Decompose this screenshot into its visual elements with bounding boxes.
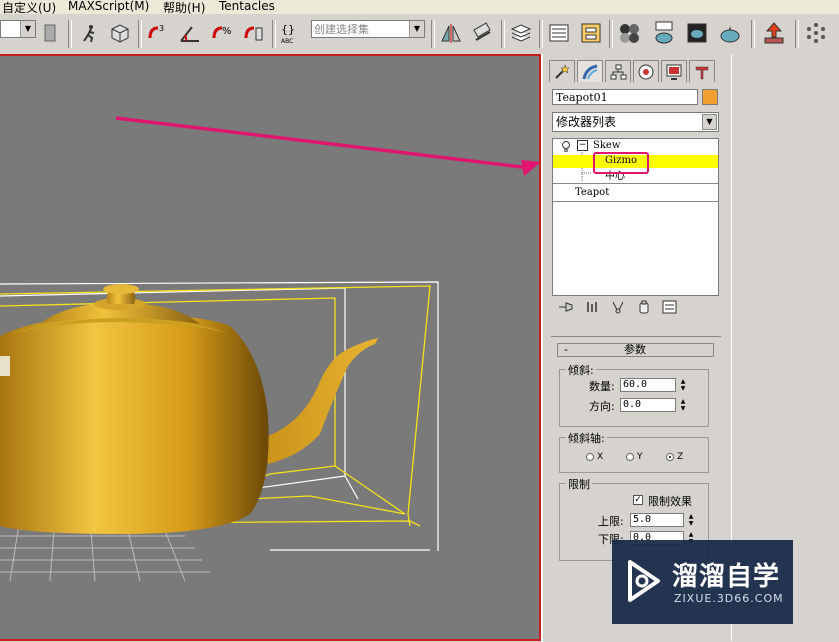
direction-label: 方向: [589, 400, 615, 413]
walk-icon[interactable] [76, 20, 102, 46]
perspective-viewport[interactable] [0, 54, 541, 641]
upper-limit-label: 上限: [598, 515, 624, 528]
mirror-icon[interactable] [437, 20, 465, 46]
layers-icon[interactable] [507, 20, 535, 46]
dots-ring-icon[interactable] [801, 20, 831, 46]
toolbar-separator [138, 20, 142, 48]
show-end-result-icon[interactable] [581, 298, 603, 316]
modify-tab-icon[interactable] [577, 60, 603, 82]
limit-effect-checkbox[interactable]: ✓ [633, 495, 643, 505]
skew-group-label: 倾斜: [566, 362, 596, 378]
angle-snap-icon[interactable] [176, 20, 204, 46]
align-icon[interactable] [469, 20, 497, 46]
toolbar-separator [431, 20, 435, 48]
stack-divider [553, 201, 718, 202]
svg-text:3: 3 [159, 24, 164, 33]
limits-group-label: 限制 [566, 476, 592, 492]
stack-buttons [555, 298, 681, 318]
axis-y-radio[interactable]: Y [626, 452, 643, 462]
render-setup-icon[interactable] [649, 20, 679, 46]
command-panel-tabs [549, 60, 715, 82]
watermark-brand: 溜溜自学 [672, 562, 781, 592]
amount-label: 数量: [589, 380, 615, 393]
axis-z-radio[interactable]: Z [666, 452, 683, 462]
stack-item-teapot[interactable]: Teapot [553, 187, 718, 200]
svg-text:%: % [222, 26, 232, 37]
annotation-arrow [115, 116, 539, 176]
make-unique-icon[interactable] [607, 298, 629, 316]
curve-editor-icon[interactable] [545, 20, 573, 46]
watermark-logo-icon [628, 560, 660, 602]
move-up-icon[interactable] [759, 20, 789, 46]
stack-divider [553, 183, 718, 184]
menu-maxscript[interactable]: MAXScript(M) [68, 0, 149, 13]
upper-limit-input[interactable]: 5.0 [630, 513, 684, 527]
selection-filter-combo[interactable]: ▼ [0, 20, 36, 38]
lock-icon[interactable] [38, 20, 62, 46]
upper-spinner-arrows[interactable]: ▲ ▼ [686, 513, 696, 527]
named-selection-set-combo[interactable]: 创建选择集 ▼ [311, 20, 425, 38]
modifier-list-dropdown[interactable]: 修改器列表 ▼ [552, 112, 719, 132]
rendered-frame-icon[interactable] [683, 20, 711, 46]
toolbar-separator [68, 20, 72, 48]
spinner-snap-icon[interactable] [240, 20, 268, 46]
skew-group: 倾斜: 数量: 60.0 ▲ ▼ 方向: 0.0 ▲ ▼ [559, 362, 709, 427]
direction-spinner-arrows[interactable]: ▲ ▼ [678, 398, 688, 412]
axis-group-label: 倾斜轴: [566, 430, 607, 446]
modifier-stack[interactable]: − Skew Gizmo 中心 Teapot [552, 138, 719, 296]
schematic-view-icon[interactable] [577, 20, 605, 46]
watermark: 溜溜自学 ZIXUE.3D66.COM [612, 540, 793, 624]
main-toolbar: ▼ 3 % {} ABC 创建选择集 ▼ [0, 14, 839, 55]
chevron-down-icon: ▼ [702, 114, 717, 130]
pin-stack-icon[interactable] [555, 298, 577, 316]
direction-input[interactable]: 0.0 [620, 398, 676, 412]
svg-text:ABC: ABC [281, 38, 293, 45]
object-color-swatch[interactable] [702, 89, 718, 105]
remove-modifier-icon[interactable] [633, 298, 655, 316]
stack-item-label: Teapot [575, 187, 610, 198]
toolbar-separator [539, 20, 543, 48]
toolbar-separator [501, 20, 505, 48]
rollout-title: 参数 [624, 343, 646, 356]
svg-text:{}: {} [281, 23, 295, 36]
toolbar-separator [751, 20, 755, 48]
toolbar-separator [272, 20, 276, 48]
watermark-url: ZIXUE.3D66.COM [674, 592, 784, 605]
hierarchy-tab-icon[interactable] [605, 60, 631, 82]
object-name-field[interactable]: Teapot01 [552, 89, 698, 105]
menu-bar: 自定义(U) MAXScript(M) 帮助(H) Tentacles [0, 0, 839, 15]
toolbar-separator [609, 20, 613, 48]
modifier-list-label: 修改器列表 [556, 115, 617, 129]
quick-render-icon[interactable] [715, 20, 745, 46]
menu-tentacles[interactable]: Tentacles [219, 0, 275, 13]
rollout-collapse: - [564, 343, 568, 356]
teapot-model [0, 284, 378, 534]
rollout-header[interactable]: - 参数 [557, 343, 714, 357]
toolbar-separator [795, 20, 799, 48]
snap-3d-icon[interactable]: 3 [144, 20, 172, 46]
viewport-scene [0, 116, 539, 582]
edit-named-selection-icon[interactable]: {} ABC [278, 20, 306, 46]
cube-icon[interactable] [106, 20, 134, 46]
amount-input[interactable]: 60.0 [620, 378, 676, 392]
annotation-highlight-box [593, 152, 649, 174]
limit-effect-label: 限制效果 [648, 495, 692, 508]
amount-spinner-arrows[interactable]: ▲ ▼ [678, 378, 688, 392]
axis-x-radio[interactable]: X [586, 452, 603, 462]
configure-modifier-sets-icon[interactable] [659, 298, 681, 316]
create-tab-icon[interactable] [549, 60, 575, 82]
utilities-tab-icon[interactable] [689, 60, 715, 82]
display-tab-icon[interactable] [661, 60, 687, 82]
selection-set-text: 创建选择集 [314, 23, 369, 36]
percent-snap-icon[interactable]: % [208, 20, 236, 46]
skew-axis-group: 倾斜轴: X Y Z [559, 430, 709, 473]
motion-tab-icon[interactable] [633, 60, 659, 82]
material-editor-icon[interactable] [615, 20, 643, 46]
